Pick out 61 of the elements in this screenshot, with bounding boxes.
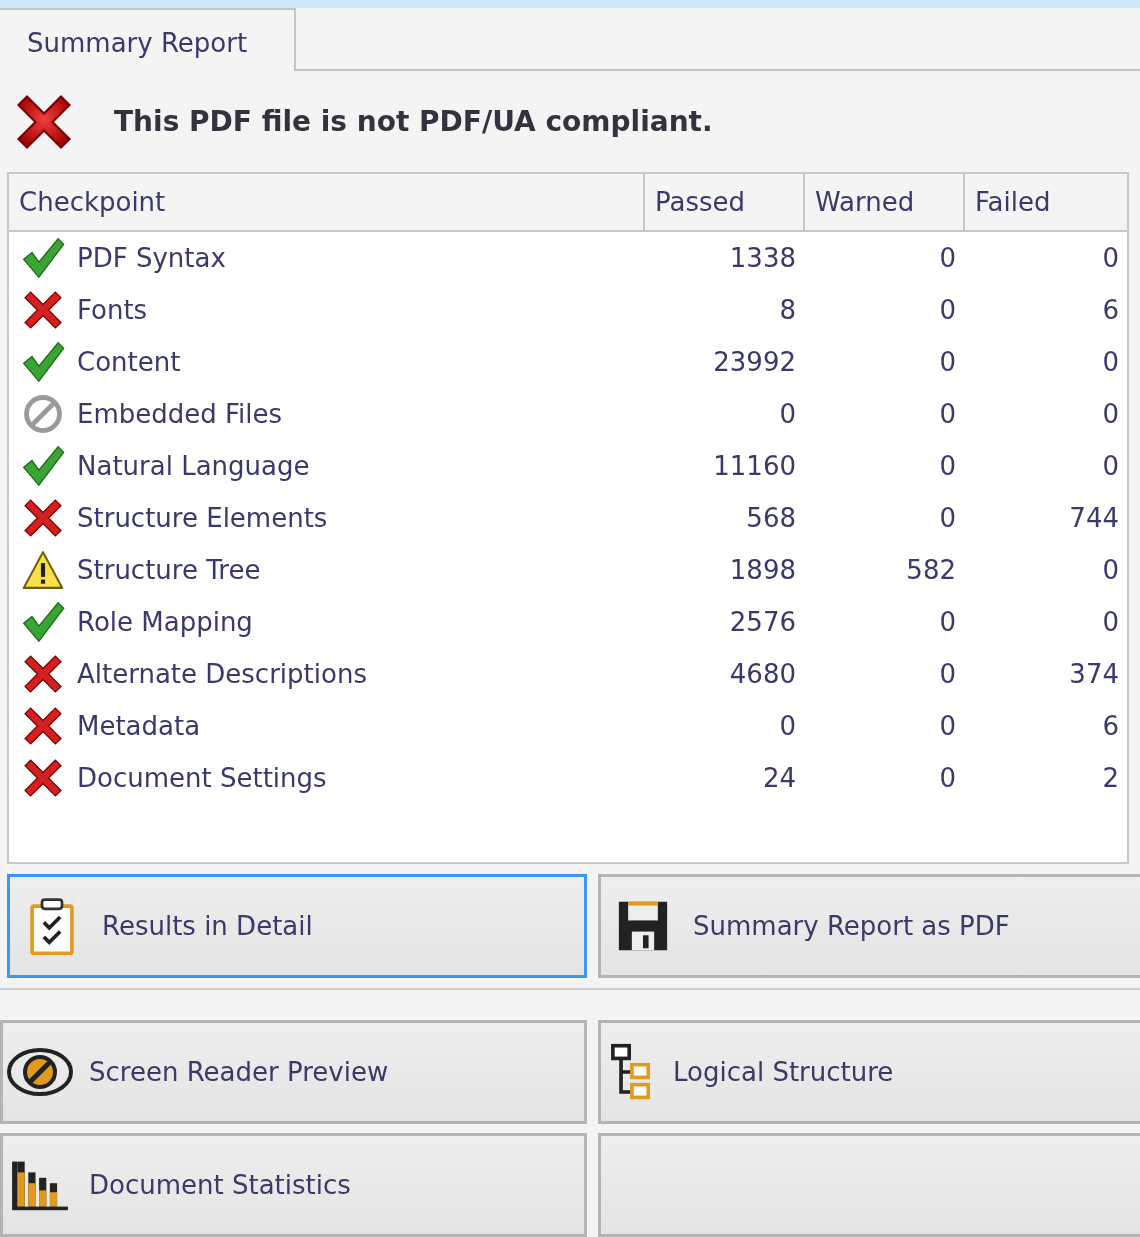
- table-cell: 0: [804, 231, 964, 285]
- tool-button[interactable]: Screen Reader Preview: [0, 1020, 587, 1124]
- checkpoint-name: Metadata: [77, 711, 201, 742]
- tool-button[interactable]: Logical Structure: [598, 1020, 1140, 1124]
- tab[interactable]: Summary Report: [0, 8, 296, 72]
- table-cell: 744: [964, 492, 1128, 545]
- table-cell: 0: [804, 336, 964, 389]
- tool-button[interactable]: Document Statistics: [0, 1133, 587, 1237]
- table-cell: 0: [804, 284, 964, 337]
- table-cell: 374: [964, 648, 1128, 701]
- column-header[interactable]: Failed: [964, 173, 1128, 232]
- checkpoint-name: Natural Language: [77, 451, 310, 482]
- checkpoint-name: Role Mapping: [77, 607, 253, 638]
- table-cell: 568: [644, 492, 804, 545]
- column-header[interactable]: Warned: [804, 173, 964, 232]
- checkmark-icon: [21, 340, 65, 385]
- table-cell: 0: [804, 752, 964, 805]
- table-cell: 8: [644, 284, 804, 337]
- table-cell: 0: [964, 544, 1128, 597]
- checkpoint-name: Structure Tree: [77, 555, 261, 586]
- checkpoint-name: Embedded Files: [77, 399, 283, 430]
- checkmark-icon: [21, 600, 65, 645]
- checkpoint-name: PDF Syntax: [77, 243, 226, 274]
- table-cell: 11160: [644, 440, 804, 493]
- table-cell: 0: [964, 231, 1128, 285]
- column-header[interactable]: Passed: [644, 173, 804, 232]
- action-button[interactable]: Results in Detail: [7, 874, 587, 979]
- checkpoint-name: Structure Elements: [77, 503, 328, 534]
- table-cell: 6: [964, 284, 1128, 337]
- table-cell: 1338: [644, 231, 804, 285]
- table-cell: 0: [804, 492, 964, 545]
- table-cell: 0: [804, 388, 964, 441]
- table-cell: 0: [804, 648, 964, 701]
- table-cell: 0: [804, 700, 964, 753]
- table-cell: 582: [804, 544, 964, 597]
- column-header[interactable]: Checkpoint: [8, 173, 644, 232]
- action-button[interactable]: Summary Report as PDF: [598, 874, 1140, 979]
- table-cell: 0: [964, 596, 1128, 649]
- checkpoint-name: Content: [77, 347, 181, 378]
- table-cell: 0: [964, 336, 1128, 389]
- table-cell: 0: [804, 596, 964, 649]
- table-cell: 24: [644, 752, 804, 805]
- table-cell: 0: [804, 440, 964, 493]
- checkpoint-name: Document Settings: [77, 763, 327, 794]
- table-cell: 0: [644, 700, 804, 753]
- blank-button[interactable]: [598, 1133, 1140, 1237]
- eye-icon: [7, 1045, 73, 1099]
- table-cell: 2: [964, 752, 1128, 805]
- table-cell: 0: [644, 388, 804, 441]
- compliance-message: This PDF file is not PDF/UA compliant.: [114, 105, 713, 139]
- table-cell: 1898: [644, 544, 804, 597]
- table-cell: 0: [964, 388, 1128, 441]
- table-cell: 23992: [644, 336, 804, 389]
- checkmark-icon: [21, 444, 65, 489]
- checkmark-icon: [21, 236, 65, 281]
- checkpoint-name: Alternate Descriptions: [77, 659, 367, 690]
- table-cell: 0: [964, 440, 1128, 493]
- checkpoint-name: Fonts: [77, 295, 148, 326]
- table-cell: 2576: [644, 596, 804, 649]
- table-cell: 4680: [644, 648, 804, 701]
- table-cell: 6: [964, 700, 1128, 753]
